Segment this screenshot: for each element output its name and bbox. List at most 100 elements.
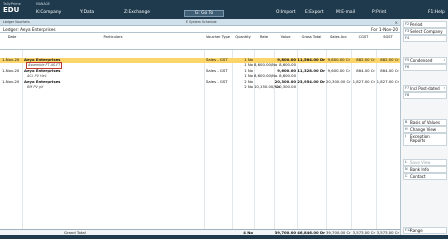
button-label: Basis of Values [410,120,440,125]
row-gross-total: 11,564.00 Dr [297,57,325,62]
row-sgst: 864.00 Cr [380,68,399,73]
row-quantity-detail: 1 No [244,73,253,78]
period-button[interactable]: F2 Period [403,21,447,28]
shortcut-key: L [405,160,407,164]
button-label: Bank Info [410,167,429,172]
col-rate: Rate [259,35,269,39]
button-label: Incl Post-dated [410,86,440,91]
col-particulars: Particulars [103,35,123,39]
col-quantity: Quantity [235,35,251,39]
menu-exchange[interactable]: Z:Exchange [124,10,150,15]
app-brand: TallyPrime EDU [3,2,21,14]
row-item-detail: ACL PV He1 [27,74,47,78]
table-header: Date Particulars Voucher Type Quantity R… [0,33,400,50]
row-item-detail: BM PV gif [27,85,44,89]
row-quantity-detail: 1 No [244,62,253,67]
exception-reports-button[interactable]: J Exception Reports [403,133,447,146]
row-voucher-type: Sales - GST [206,79,228,84]
row-date: 1-Nov-20 [2,57,20,62]
row-date: 1-Nov-20 [2,68,20,73]
edition-label: EDU [3,6,20,15]
row-gross-total: 23,954.00 Dr [297,79,325,84]
shortcut-key: J [405,134,406,138]
shortcut-key: F2 [405,22,410,26]
menu-print[interactable]: P:Print [372,10,386,15]
menu-data[interactable]: Y:Data [80,10,94,15]
row-rate: 8,600.00/No [254,62,278,67]
row-particulars: Aeya Enterprises [24,57,61,62]
row-cgst: 864.00 Cr [356,68,375,73]
menu-company[interactable]: K:Company [36,10,61,15]
shortcut-key: F3 [405,29,410,33]
shortcut-key: C [405,174,408,178]
shortcut-key: F7 [405,86,410,90]
range-button[interactable]: F12 Range [403,227,447,234]
button-label: Condensed [410,58,433,63]
row-quantity-detail: 2 No [244,84,253,89]
table-row-detail: BM PV gif 2 No 10,150.00/No 20,300.00 [0,84,400,90]
row-sales-acc: 9,800.00 Cr [327,57,350,62]
company-name: E System Schedule [186,20,217,24]
change-view-button[interactable]: H Change View [403,126,447,133]
chevron-right-icon: › [443,58,445,62]
ledger-name: Ledger: Aeya Enterprises [3,27,56,32]
col-sgst: SGST [383,35,393,39]
menu-email[interactable]: M:E-mail [336,10,355,15]
row-voucher-type: Sales - GST [206,68,228,73]
row-rate: 10,150.00/No [254,84,280,89]
report-name: Ledger Vouchers [3,20,30,24]
row-particulars: Aeya Enterprises [24,79,61,84]
incl-post-dated-button[interactable]: F7 Incl Post-dated › [403,85,447,92]
row-value-detail: 20,300.00 [276,84,296,89]
button-label: Period [410,22,423,27]
select-company-button[interactable]: F3 Select Company [403,28,447,35]
shortcut-key: F4 [405,36,410,40]
condensed-button[interactable]: F5 Condensed › [403,57,447,64]
row-sgst: 882.00 Cr [380,57,399,62]
menu-import[interactable]: O:Import [276,10,295,15]
f6-button[interactable]: F6 [403,64,447,71]
col-sales-acc: Sales Acc [329,35,348,39]
shortcut-key: H [405,127,408,131]
bank-info-button[interactable]: N Bank Info [403,166,447,173]
row-voucher-type: Sales - GST [206,57,228,62]
row-rate: 8,600.00/No [254,73,278,78]
menu-export[interactable]: E:Export [305,10,324,15]
button-label: Range [410,228,423,233]
right-button-panel: F2 Period F3 Select Company F4 F5 Condensed… [400,19,448,235]
col-cgst: CGST [358,35,369,39]
button-label: Select Company [410,29,443,34]
basis-of-values-button[interactable]: B Basis of Values [403,119,447,126]
goto-button[interactable]: G: Go To [184,10,224,17]
row-gross-total: 11,328.00 Dr [297,68,325,73]
menu-help[interactable]: F1:Help [428,10,445,15]
contact-button[interactable]: C Contact [403,173,447,180]
row-sales-acc: 20,300.00 Cr [326,79,351,84]
shortcut-key: F8 [405,93,410,97]
shortcut-key: F12 [405,228,412,232]
save-view-button[interactable]: L Save View [403,159,447,166]
status-bar [0,235,448,239]
button-label: Contact [410,174,426,179]
f8-button[interactable]: F8 [403,92,447,99]
col-gross-total: Gross Total [301,35,322,39]
top-menu-bar: TallyPrime EDU MANAGE K:Company Y:Data Z… [0,0,448,19]
close-icon[interactable]: × [395,19,398,26]
button-label: Exception Reports [410,134,430,144]
manage-label: MANAGE [36,2,50,6]
button-label: Change View [410,127,437,132]
row-sgst: 1,827.00 Cr [376,79,399,84]
ledger-period: For 1-Nov-20 [371,27,398,32]
row-cgst: 882.00 Cr [356,57,375,62]
f4-button[interactable]: F4 [403,35,447,42]
row-cgst: 1,827.00 Cr [352,79,375,84]
button-label: Save View [410,160,431,165]
report-title-bar: Ledger Vouchers E System Schedule × [0,19,400,26]
ledger-header: Ledger: Aeya Enterprises For 1-Nov-20 [0,26,400,33]
row-item-detail[interactable]: Assemble FT AS-FT [25,62,63,69]
col-value: Value [280,35,291,39]
shortcut-key: F5 [405,58,410,62]
shortcut-key: N [405,167,408,171]
col-voucher-type: Voucher Type [206,35,230,39]
col-date: Date [7,35,17,39]
